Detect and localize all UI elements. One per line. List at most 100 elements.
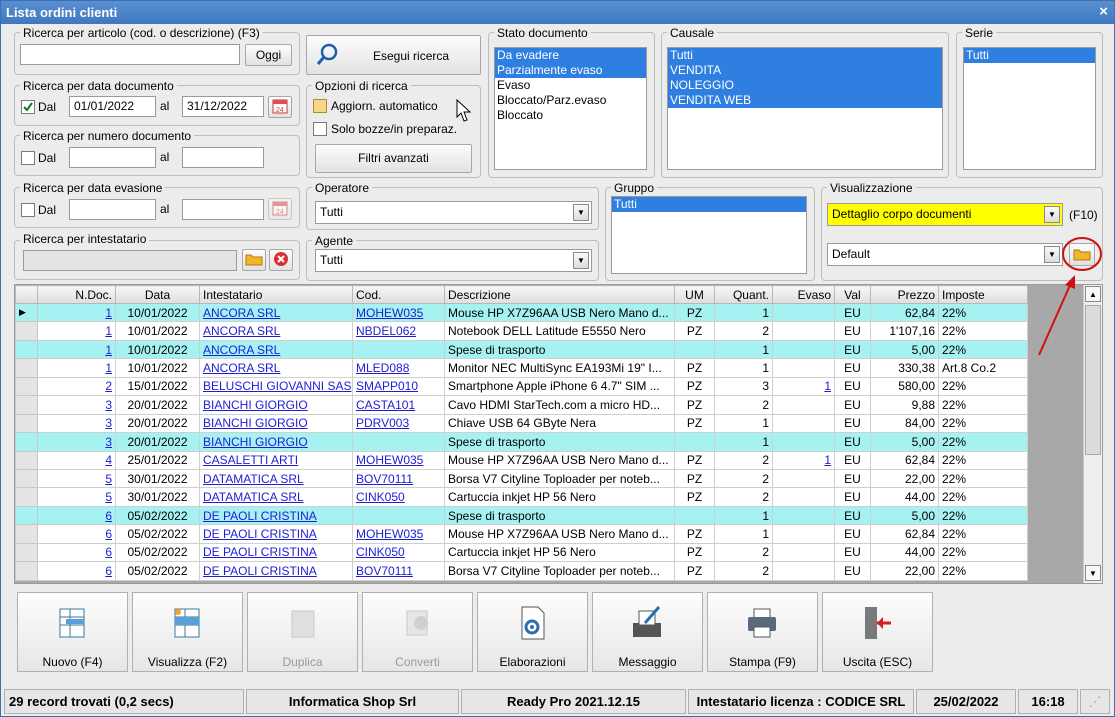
table-cell[interactable]: ANCORA SRL <box>199 358 353 378</box>
table-link[interactable]: 1 <box>105 324 112 338</box>
table-cell[interactable]: 3 <box>37 395 116 415</box>
search-article-input[interactable] <box>20 44 240 65</box>
causale-list[interactable]: Tutti VENDITA NOLEGGIO VENDITA WEB <box>667 47 943 170</box>
table-row[interactable]: 5 30/01/2022 DATAMATICA SRL BOV70111 Borsa V… <box>15 468 1028 489</box>
table-link[interactable]: CINK050 <box>356 545 405 559</box>
table-link[interactable]: 5 <box>105 472 112 486</box>
stampa-button[interactable]: Stampa (F9) <box>707 592 818 672</box>
table-cell[interactable]: MOHEW035 <box>352 302 445 323</box>
table-row[interactable]: 6 05/02/2022 DE PAOLI CRISTINA Spese di tra… <box>15 505 1028 526</box>
table-row[interactable]: 3 20/01/2022 BIANCHI GIORGIO Spese di trasp… <box>15 432 1028 452</box>
table-cell[interactable]: CINK050 <box>352 487 445 507</box>
table-link[interactable]: ANCORA SRL <box>203 306 280 320</box>
table-link[interactable]: CASALETTI ARTI <box>203 453 298 467</box>
table-row[interactable]: 4 25/01/2022 CASALETTI ARTI MOHEW035 Mouse H… <box>15 450 1028 470</box>
evasion-from-input[interactable] <box>69 199 156 220</box>
table-link[interactable]: CASTA101 <box>356 398 415 412</box>
visualizzazione-select[interactable]: Dettaglio corpo documenti ▼ <box>827 203 1063 226</box>
table-row[interactable]: 5 30/01/2022 DATAMATICA SRL CINK050 Cartucci… <box>15 487 1028 507</box>
nuovo-button[interactable]: Nuovo (F4) <box>17 592 128 672</box>
scroll-down-icon[interactable]: ▼ <box>1085 565 1101 581</box>
row-indicator[interactable] <box>15 450 38 470</box>
table-cell[interactable]: ANCORA SRL <box>199 302 353 323</box>
table-row[interactable]: 2 15/01/2022 BELUSCHI GIOVANNI SAS SMAPP010… <box>15 376 1028 397</box>
serie-list[interactable]: Tutti <box>963 47 1096 170</box>
table-link[interactable]: DE PAOLI CRISTINA <box>203 527 317 541</box>
table-cell[interactable]: DE PAOLI CRISTINA <box>199 505 353 526</box>
table-cell[interactable]: PDRV003 <box>352 413 445 434</box>
table-cell[interactable]: BELUSCHI GIOVANNI SAS <box>199 376 353 397</box>
column-header[interactable]: Quant. <box>714 285 773 304</box>
intestatario-browse-button[interactable] <box>242 249 266 271</box>
table-cell[interactable]: DATAMATICA SRL <box>199 468 353 489</box>
row-indicator[interactable] <box>15 376 38 397</box>
table-row[interactable]: 3 20/01/2022 BIANCHI GIORGIO PDRV003 Chiave … <box>15 413 1028 434</box>
table-row[interactable]: 1 10/01/2022 ANCORA SRL Spese di trasporto 1… <box>15 339 1028 360</box>
table-cell[interactable]: SMAPP010 <box>352 376 445 397</box>
table-cell[interactable]: MOHEW035 <box>352 450 445 470</box>
number-to-input[interactable] <box>182 147 264 168</box>
row-indicator[interactable] <box>15 413 38 434</box>
number-filter-checkbox[interactable] <box>21 151 35 165</box>
resize-grip-icon[interactable]: ⋰ <box>1080 689 1110 714</box>
table-link[interactable]: ANCORA SRL <box>203 361 280 375</box>
column-header[interactable]: Data <box>115 285 200 304</box>
gruppo-option[interactable]: Tutti <box>612 197 806 212</box>
table-link[interactable]: 3 <box>105 398 112 412</box>
table-link[interactable]: 6 <box>105 545 112 559</box>
date-to-input[interactable]: 31/12/2022 <box>182 96 264 117</box>
table-cell[interactable]: ANCORA SRL <box>199 321 353 341</box>
operatore-select[interactable]: Tutti ▼ <box>315 201 592 224</box>
chevron-down-icon[interactable]: ▼ <box>573 252 589 269</box>
column-header[interactable]: Evaso <box>772 285 835 304</box>
causale-option[interactable]: VENDITA WEB <box>668 93 942 108</box>
agente-select[interactable]: Tutti ▼ <box>315 249 592 272</box>
table-cell[interactable]: ANCORA SRL <box>199 339 353 360</box>
table-link[interactable]: BOV70111 <box>356 472 413 486</box>
chevron-down-icon[interactable]: ▼ <box>1044 206 1060 223</box>
table-cell[interactable]: DE PAOLI CRISTINA <box>199 524 353 544</box>
table-link[interactable]: 1 <box>105 343 112 357</box>
table-link[interactable]: NBDEL062 <box>356 324 416 338</box>
orders-table[interactable]: N.Doc. Data Intestatario Cod. Descrizione UM Q… <box>14 284 1103 584</box>
table-cell[interactable]: NBDEL062 <box>352 321 445 341</box>
stato-option[interactable]: Bloccato/Parz.evaso <box>495 93 646 108</box>
execute-search-button[interactable]: Esegui ricerca <box>306 35 481 75</box>
table-cell[interactable]: BIANCHI GIORGIO <box>199 395 353 415</box>
table-cell[interactable]: DE PAOLI CRISTINA <box>199 561 353 581</box>
table-cell[interactable]: 1 <box>772 450 835 470</box>
close-icon[interactable]: × <box>1099 3 1108 20</box>
table-link[interactable]: DE PAOLI CRISTINA <box>203 509 317 523</box>
table-cell[interactable]: MLED088 <box>352 358 445 378</box>
stato-list[interactable]: Da evadere Parzialmente evaso Evaso Bloccat… <box>494 47 647 170</box>
table-link[interactable]: 6 <box>105 564 112 578</box>
table-cell[interactable]: 1 <box>37 321 116 341</box>
messaggio-button[interactable]: Messaggio <box>592 592 703 672</box>
table-row[interactable]: 6 05/02/2022 DE PAOLI CRISTINA BOV70111 Bors… <box>15 561 1028 581</box>
column-header[interactable]: Intestatario <box>199 285 353 304</box>
drafts-checkbox[interactable] <box>313 122 327 136</box>
intestatario-clear-button[interactable] <box>269 249 293 271</box>
row-indicator[interactable] <box>15 321 38 341</box>
column-header[interactable]: Descrizione <box>444 285 675 304</box>
column-header[interactable]: Imposte <box>938 285 1028 304</box>
table-cell[interactable]: 6 <box>37 542 116 563</box>
table-link[interactable]: 1 <box>824 379 831 393</box>
row-indicator[interactable] <box>15 432 38 452</box>
row-indicator[interactable] <box>15 487 38 507</box>
table-link[interactable]: SMAPP010 <box>356 379 418 393</box>
table-link[interactable]: MOHEW035 <box>356 306 423 320</box>
evasion-to-input[interactable] <box>182 199 264 220</box>
table-cell[interactable]: 4 <box>37 450 116 470</box>
table-link[interactable]: 6 <box>105 509 112 523</box>
chevron-down-icon[interactable]: ▼ <box>573 204 589 221</box>
table-link[interactable]: ANCORA SRL <box>203 324 280 338</box>
table-cell[interactable]: 6 <box>37 561 116 581</box>
table-link[interactable]: MOHEW035 <box>356 453 423 467</box>
table-cell[interactable]: CASALETTI ARTI <box>199 450 353 470</box>
table-link[interactable]: ANCORA SRL <box>203 343 280 357</box>
table-cell[interactable]: 1 <box>37 302 116 323</box>
table-link[interactable]: BIANCHI GIORGIO <box>203 398 308 412</box>
scroll-up-icon[interactable]: ▲ <box>1085 286 1101 302</box>
current-row-indicator-icon[interactable]: ▶ <box>15 302 38 323</box>
